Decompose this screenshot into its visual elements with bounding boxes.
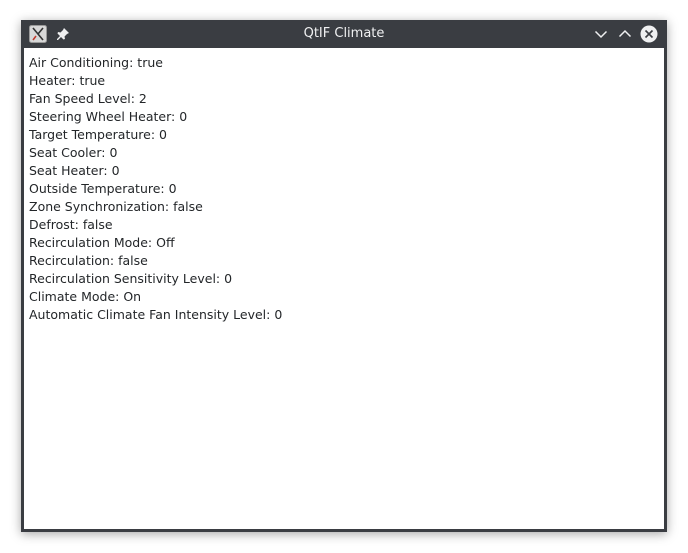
climate-window: QtIF Climate Air Conditioning: true Heat… — [21, 20, 667, 532]
window-title: QtIF Climate — [303, 26, 385, 41]
property-heater: Heater: true — [29, 73, 106, 88]
property-outside-temperature: Outside Temperature: 0 — [29, 181, 177, 196]
property-automatic-climate-fan-intensity-level: Automatic Climate Fan Intensity Level: 0 — [29, 307, 283, 322]
property-recirculation-sensitivity-level: Recirculation Sensitivity Level: 0 — [29, 271, 233, 286]
property-recirculation: Recirculation: false — [29, 253, 148, 268]
property-zone-synchronization: Zone Synchronization: false — [29, 199, 203, 214]
property-steering-wheel-heater: Steering Wheel Heater: 0 — [29, 109, 188, 124]
property-air-conditioning: Air Conditioning: true — [29, 55, 163, 70]
qt-x-icon — [29, 25, 47, 43]
chevron-down-icon[interactable] — [592, 25, 610, 43]
property-list: Air Conditioning: true Heater: true Fan … — [29, 54, 664, 324]
property-fan-speed-level: Fan Speed Level: 2 — [29, 91, 147, 106]
property-climate-mode: Climate Mode: On — [29, 289, 142, 304]
property-defrost: Defrost: false — [29, 217, 113, 232]
property-recirculation-mode: Recirculation Mode: Off — [29, 235, 175, 250]
chevron-up-icon[interactable] — [616, 25, 634, 43]
title-bar[interactable]: QtIF Climate — [21, 20, 667, 48]
property-seat-heater: Seat Heater: 0 — [29, 163, 120, 178]
desktop: QtIF Climate Air Conditioning: true Heat… — [0, 0, 688, 553]
close-circle-icon[interactable] — [640, 25, 658, 43]
pin-icon[interactable] — [55, 26, 71, 42]
property-seat-cooler: Seat Cooler: 0 — [29, 145, 118, 160]
property-target-temperature: Target Temperature: 0 — [29, 127, 167, 142]
climate-properties-panel: Air Conditioning: true Heater: true Fan … — [24, 48, 664, 529]
